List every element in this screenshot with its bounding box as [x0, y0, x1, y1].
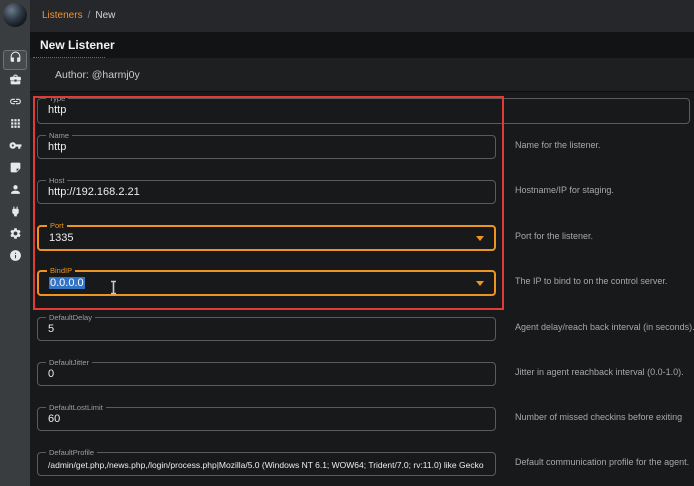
defaultprofile-field[interactable]: DefaultProfile /admin/get.php,/news.php,…	[37, 452, 496, 476]
bindip-field[interactable]: BindIP 0.0.0.0	[37, 270, 496, 296]
defaultdelay-field-value: 5	[48, 323, 54, 335]
defaultdelay-field-label: DefaultDelay	[46, 313, 95, 322]
breadcrumb-separator: /	[88, 10, 91, 21]
defaultjitter-field-value: 0	[48, 368, 54, 380]
top-bar: Listeners / New	[30, 0, 694, 32]
info-icon	[9, 249, 22, 267]
defaultjitter-helper-text: Jitter in agent reachback interval (0.0-…	[515, 367, 684, 377]
port-field-value: 1335	[49, 232, 73, 244]
title-bar: New Listener	[30, 32, 694, 58]
sidebar-item-reporting[interactable]	[3, 160, 27, 180]
breadcrumb-listeners-link[interactable]: Listeners	[42, 10, 83, 21]
author-bar: Author: @harmj0y	[30, 58, 694, 92]
breadcrumb: Listeners / New	[42, 10, 115, 21]
host-field-value: http://192.168.2.21	[48, 186, 140, 198]
host-field-label: Host	[46, 176, 67, 185]
app-logo	[3, 3, 27, 27]
page-title: New Listener	[40, 38, 115, 52]
chevron-down-icon	[476, 281, 484, 286]
bindip-helper-text: The IP to bind to on the control server.	[515, 276, 667, 286]
defaultdelay-helper-text: Agent delay/reach back interval (in seco…	[515, 322, 694, 332]
sidebar-item-stagers[interactable]	[3, 72, 27, 92]
type-field[interactable]: Type http	[37, 98, 690, 124]
gear-icon	[9, 227, 22, 245]
sidebar	[0, 0, 30, 486]
apps-grid-icon	[9, 117, 22, 135]
sidebar-nav	[0, 50, 30, 270]
sidebar-item-credentials[interactable]	[3, 138, 27, 158]
author-text: Author: @harmj0y	[55, 69, 140, 81]
defaultlostlimit-field-value: 60	[48, 413, 60, 425]
name-field-label: Name	[46, 131, 72, 140]
name-helper-text: Name for the listener.	[515, 140, 601, 150]
port-field[interactable]: Port 1335	[37, 225, 496, 251]
defaultlostlimit-field[interactable]: DefaultLostLimit 60	[37, 407, 496, 431]
defaultprofile-field-label: DefaultProfile	[46, 448, 97, 457]
person-icon	[9, 183, 22, 201]
briefcase-icon	[9, 73, 22, 91]
chevron-down-icon	[476, 236, 484, 241]
key-icon	[9, 139, 22, 157]
port-helper-text: Port for the listener.	[515, 231, 593, 241]
defaultdelay-field[interactable]: DefaultDelay 5	[37, 317, 496, 341]
type-field-label: Type	[46, 94, 68, 103]
defaultlostlimit-helper-text: Number of missed checkins before exiting	[515, 412, 682, 422]
sidebar-item-about[interactable]	[3, 248, 27, 268]
port-field-label: Port	[47, 221, 67, 230]
defaultjitter-field-label: DefaultJitter	[46, 358, 92, 367]
host-field[interactable]: Host http://192.168.2.21	[37, 180, 496, 204]
headset-icon	[9, 51, 22, 69]
plug-icon	[9, 205, 22, 223]
sidebar-item-modules[interactable]	[3, 116, 27, 136]
sidebar-item-users[interactable]	[3, 182, 27, 202]
dotted-focus-line	[33, 57, 105, 58]
defaultlostlimit-field-label: DefaultLostLimit	[46, 403, 106, 412]
defaultprofile-field-value: /admin/get.php,/news.php,/login/process.…	[48, 460, 484, 470]
breadcrumb-current: New	[95, 10, 115, 21]
host-helper-text: Hostname/IP for staging.	[515, 185, 614, 195]
sidebar-item-plugins[interactable]	[3, 204, 27, 224]
name-field-value: http	[48, 141, 66, 153]
type-field-value: http	[48, 104, 66, 116]
sidebar-item-settings[interactable]	[3, 226, 27, 246]
defaultjitter-field[interactable]: DefaultJitter 0	[37, 362, 496, 386]
new-listener-screen: Listeners / New New Listener Author: @harm…	[0, 0, 694, 486]
sidebar-item-listeners[interactable]	[3, 50, 27, 70]
defaultprofile-helper-text: Default communication profile for the ag…	[515, 457, 689, 467]
note-icon	[9, 161, 22, 179]
sidebar-item-agents[interactable]	[3, 94, 27, 114]
name-field[interactable]: Name http	[37, 135, 496, 159]
link-icon	[9, 95, 22, 113]
bindip-field-value: 0.0.0.0	[49, 277, 85, 289]
bindip-field-label: BindIP	[47, 266, 75, 275]
